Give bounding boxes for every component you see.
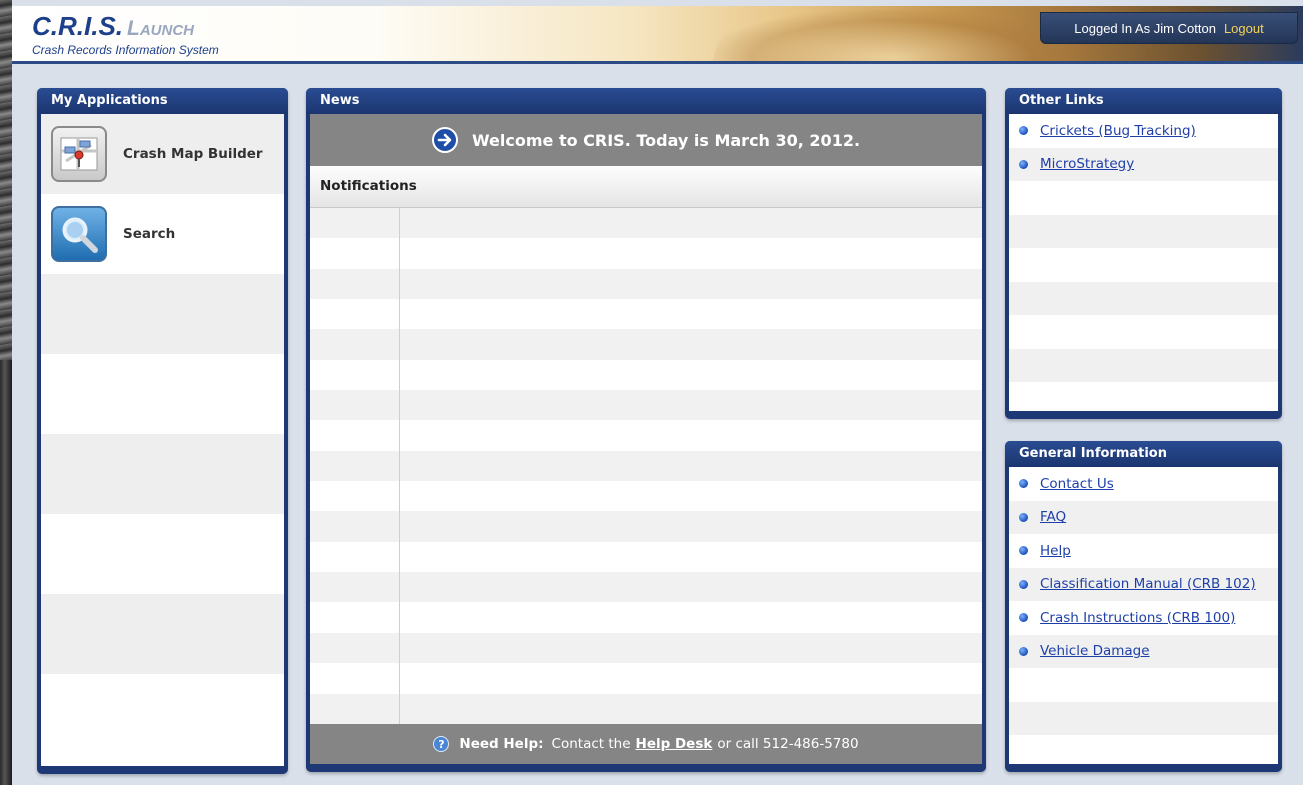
logo-subtitle: Crash Records Information System: [32, 43, 219, 57]
header: C.R.I.S. Launch Crash Records Information…: [12, 6, 1303, 64]
logged-in-text: Logged In As Jim Cotton: [1074, 20, 1216, 36]
bullet-icon: [1019, 646, 1028, 656]
list-item: MicroStrategy: [1009, 147, 1278, 181]
table-row: [310, 329, 982, 360]
crickets-link[interactable]: Crickets (Bug Tracking): [1040, 123, 1196, 139]
empty-row: [1009, 248, 1278, 282]
bullet-icon: [1019, 512, 1028, 522]
table-row: [310, 420, 982, 451]
login-status: Logged In As Jim Cotton Logout: [1040, 12, 1298, 44]
empty-row: [1009, 181, 1278, 215]
table-row: [310, 511, 982, 542]
panel-title: General Information: [1005, 441, 1282, 467]
panel-title: My Applications: [37, 88, 288, 114]
bullet-icon: [1019, 479, 1028, 489]
logo-title: C.R.I.S. Launch: [32, 12, 219, 43]
bullet-icon: [1019, 613, 1028, 623]
general-information-panel: General Information Contact Us FAQ Help …: [1005, 441, 1282, 772]
list-item: Crash Instructions (CRB 100): [1009, 601, 1278, 635]
empty-row: [1009, 735, 1278, 764]
general-information-list: Contact Us FAQ Help Classification Manua…: [1009, 467, 1278, 764]
microstrategy-link[interactable]: MicroStrategy: [1040, 156, 1134, 172]
list-item: Vehicle Damage: [1009, 634, 1278, 668]
table-row: [310, 238, 982, 269]
table-row: [310, 602, 982, 633]
table-row: [310, 632, 982, 664]
logout-link[interactable]: Logout: [1224, 21, 1264, 36]
empty-row: [41, 354, 284, 434]
list-item: Contact Us: [1009, 467, 1278, 501]
app-label: Search: [123, 226, 176, 242]
empty-row: [1009, 281, 1278, 315]
vehicle-damage-link[interactable]: Vehicle Damage: [1040, 643, 1150, 659]
empty-row: [41, 274, 284, 354]
empty-row: [41, 514, 284, 594]
table-row: [310, 693, 982, 724]
list-item: Crickets (Bug Tracking): [1009, 114, 1278, 148]
empty-row: [1009, 382, 1278, 411]
news-panel: News Welcome to CRIS. Today is March 30,…: [306, 88, 986, 772]
empty-row: [41, 434, 284, 514]
need-help-label: Need Help:: [459, 736, 544, 752]
empty-row: [41, 674, 284, 754]
notifications-header: Notifications: [310, 166, 982, 208]
empty-row: [1009, 348, 1278, 382]
logo-launch: Launch: [127, 17, 195, 40]
help-bar: ? Need Help: Contact the Help Desk or ca…: [310, 724, 982, 764]
classification-manual-link[interactable]: Classification Manual (CRB 102): [1040, 576, 1256, 592]
app-crash-map-builder[interactable]: Crash Map Builder: [41, 114, 284, 194]
help-desk-link[interactable]: Help Desk: [636, 736, 713, 752]
logo-main: C.R.I.S.: [32, 11, 124, 41]
table-row: [310, 450, 982, 482]
my-applications-panel: My Applications Crash Map Builder Search: [37, 88, 288, 774]
faq-link[interactable]: FAQ: [1040, 509, 1066, 525]
bullet-icon: [1019, 579, 1028, 589]
contact-us-link[interactable]: Contact Us: [1040, 476, 1114, 492]
table-row: [310, 299, 982, 330]
arrow-right-icon: [431, 127, 458, 153]
table-row: [310, 390, 982, 421]
table-row: [310, 541, 982, 573]
table-row: [310, 572, 982, 603]
news-body: Welcome to CRIS. Today is March 30, 2012…: [310, 114, 982, 764]
other-links-panel: Other Links Crickets (Bug Tracking) Micr…: [1005, 88, 1282, 419]
bullet-icon: [1019, 159, 1028, 169]
left-edge-strip: [0, 0, 12, 785]
empty-row: [41, 594, 284, 674]
notifications-table: [310, 208, 982, 724]
map-icon: [51, 126, 107, 182]
list-item: FAQ: [1009, 500, 1278, 534]
applications-list: Crash Map Builder Search: [41, 114, 284, 766]
header-car-image: [712, 10, 1072, 61]
empty-row: [1009, 315, 1278, 349]
call-number-text: or call 512-486-5780: [717, 736, 859, 752]
welcome-banner: Welcome to CRIS. Today is March 30, 2012…: [310, 114, 982, 166]
panel-title: Other Links: [1005, 88, 1282, 114]
table-row: [310, 481, 982, 512]
help-question-icon: ?: [433, 736, 450, 752]
contact-the-text: Contact the: [551, 736, 631, 752]
table-row: [310, 359, 982, 391]
help-link[interactable]: Help: [1040, 543, 1071, 559]
crash-instructions-link[interactable]: Crash Instructions (CRB 100): [1040, 610, 1235, 626]
table-row: [310, 663, 982, 694]
logo: C.R.I.S. Launch Crash Records Information…: [32, 12, 219, 57]
table-row: [310, 208, 982, 239]
panel-title: News: [306, 88, 986, 114]
other-links-list: Crickets (Bug Tracking) MicroStrategy: [1009, 114, 1278, 411]
welcome-text: Welcome to CRIS. Today is March 30, 2012…: [471, 130, 861, 150]
background-photo: [0, 0, 12, 360]
list-item: Help: [1009, 534, 1278, 568]
empty-row: [1009, 214, 1278, 248]
bullet-icon: [1019, 126, 1028, 136]
magnifier-icon: [51, 206, 107, 262]
bullet-icon: [1019, 546, 1028, 556]
app-search[interactable]: Search: [41, 194, 284, 274]
empty-row: [1009, 668, 1278, 702]
list-item: Classification Manual (CRB 102): [1009, 567, 1278, 601]
empty-row: [1009, 701, 1278, 735]
table-row: [310, 268, 982, 300]
app-label: Crash Map Builder: [123, 146, 263, 162]
